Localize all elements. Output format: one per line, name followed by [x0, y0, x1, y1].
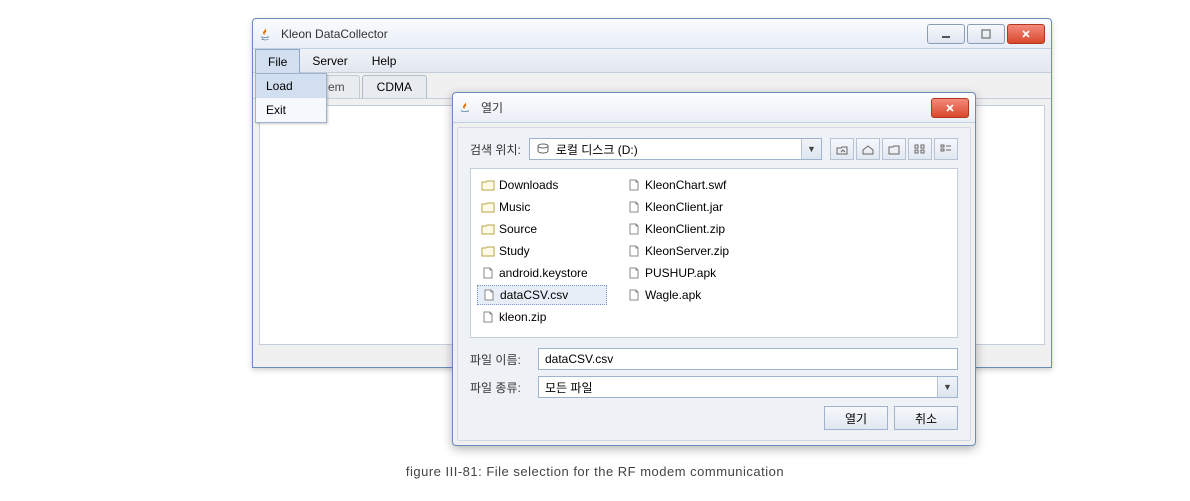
folder-icon: [481, 223, 495, 235]
close-button[interactable]: [1007, 24, 1045, 44]
maximize-button[interactable]: [967, 24, 1005, 44]
new-folder-button[interactable]: [882, 138, 906, 160]
file-icon: [627, 201, 641, 213]
menu-load[interactable]: Load: [256, 74, 326, 98]
filename-input[interactable]: [538, 348, 958, 370]
file-icon: [627, 179, 641, 191]
cancel-button[interactable]: 취소: [894, 406, 958, 430]
file-item[interactable]: Downloads: [477, 175, 607, 195]
dialog-buttons: 열기 취소: [470, 406, 958, 430]
file-item[interactable]: KleonServer.zip: [623, 241, 753, 261]
tab-cdma[interactable]: CDMA: [362, 75, 427, 98]
filename-row: 파일 이름:: [470, 348, 958, 370]
list-view-button[interactable]: [908, 138, 932, 160]
file-dropdown: Load Exit: [255, 73, 327, 123]
java-icon: [459, 100, 475, 116]
file-item[interactable]: Wagle.apk: [623, 285, 753, 305]
file-item[interactable]: dataCSV.csv: [477, 285, 607, 305]
file-item[interactable]: KleonClient.jar: [623, 197, 753, 217]
file-name: KleonClient.zip: [645, 222, 725, 236]
file-name: PUSHUP.apk: [645, 266, 716, 280]
file-name: KleonServer.zip: [645, 244, 729, 258]
up-folder-button[interactable]: [830, 138, 854, 160]
menu-server[interactable]: Server: [300, 49, 359, 72]
main-title: Kleon DataCollector: [281, 27, 927, 41]
file-name: Source: [499, 222, 537, 236]
lookin-select[interactable]: 로컬 디스크 (D:) ▼: [529, 138, 822, 160]
file-name: KleonChart.swf: [645, 178, 726, 192]
details-view-button[interactable]: [934, 138, 958, 160]
file-item[interactable]: android.keystore: [477, 263, 607, 283]
file-icon: [627, 223, 641, 235]
filetype-value: 모든 파일: [545, 379, 593, 396]
java-icon: [259, 26, 275, 42]
file-item[interactable]: KleonChart.swf: [623, 175, 753, 195]
dialog-titlebar: 열기: [453, 93, 975, 123]
filetype-row: 파일 종류: 모든 파일 ▼: [470, 376, 958, 398]
file-icon: [627, 245, 641, 257]
minimize-button[interactable]: [927, 24, 965, 44]
menu-exit[interactable]: Exit: [256, 98, 326, 122]
lookin-label: 검색 위치:: [470, 141, 521, 158]
main-titlebar: Kleon DataCollector: [253, 19, 1051, 49]
dialog-window-controls: [931, 98, 969, 118]
file-open-dialog: 열기 검색 위치: 로컬 디스크 (D:) ▼ Downloads Music So…: [452, 92, 976, 446]
file-icon: [627, 267, 641, 279]
dialog-close-button[interactable]: [931, 98, 969, 118]
file-name: android.keystore: [499, 266, 588, 280]
file-item[interactable]: kleon.zip: [477, 307, 607, 327]
file-icon: [481, 267, 495, 279]
file-item[interactable]: Music: [477, 197, 607, 217]
folder-icon: [481, 245, 495, 257]
file-item[interactable]: Source: [477, 219, 607, 239]
lookin-value: 로컬 디스크 (D:): [556, 141, 638, 158]
file-item[interactable]: Study: [477, 241, 607, 261]
file-icon: [482, 289, 496, 301]
chevron-down-icon: ▼: [937, 377, 957, 397]
file-name: Downloads: [499, 178, 558, 192]
file-name: dataCSV.csv: [500, 288, 568, 302]
file-name: KleonClient.jar: [645, 200, 723, 214]
open-button[interactable]: 열기: [824, 406, 888, 430]
dialog-title: 열기: [481, 99, 931, 116]
window-controls: [927, 24, 1045, 44]
filename-label: 파일 이름:: [470, 351, 530, 368]
filetype-label: 파일 종류:: [470, 379, 530, 396]
file-icon: [627, 289, 641, 301]
folder-icon: [481, 201, 495, 213]
file-list[interactable]: Downloads Music Source Study android.keystor…: [470, 168, 958, 338]
file-icon: [481, 311, 495, 323]
menu-file[interactable]: File: [255, 49, 300, 73]
file-name: Music: [499, 200, 530, 214]
drive-icon: [536, 143, 550, 155]
home-button[interactable]: [856, 138, 880, 160]
file-name: kleon.zip: [499, 310, 546, 324]
menubar: File Server Help: [253, 49, 1051, 73]
dialog-body: 검색 위치: 로컬 디스크 (D:) ▼ Downloads Music Sourc…: [457, 127, 971, 441]
lookin-row: 검색 위치: 로컬 디스크 (D:) ▼: [470, 138, 958, 160]
chevron-down-icon: ▼: [801, 139, 821, 159]
file-name: Wagle.apk: [645, 288, 701, 302]
file-item[interactable]: KleonClient.zip: [623, 219, 753, 239]
figure-caption: figure III-81: File selection for the RF…: [0, 464, 1190, 479]
folder-icon: [481, 179, 495, 191]
file-item[interactable]: PUSHUP.apk: [623, 263, 753, 283]
menu-help[interactable]: Help: [360, 49, 409, 72]
toolbar-icons: [830, 138, 958, 160]
filetype-select[interactable]: 모든 파일 ▼: [538, 376, 958, 398]
file-name: Study: [499, 244, 530, 258]
